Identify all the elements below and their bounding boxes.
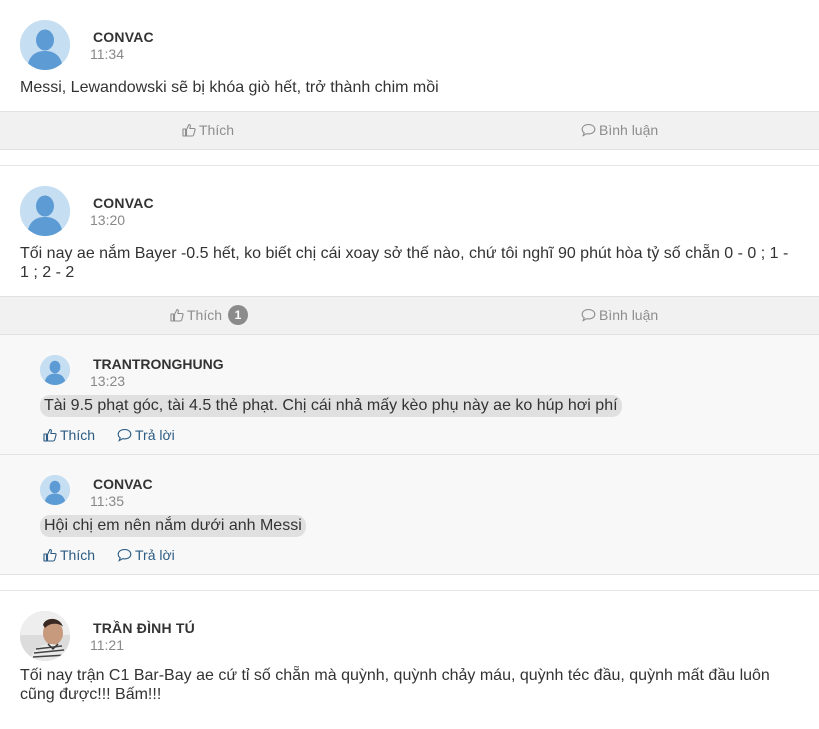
reply-label: Trả lời (135, 427, 175, 443)
post: CONVAC 13:20 Tối nay ae nắm Bayer -0.5 h… (0, 166, 819, 591)
post-header: TRẦN ĐÌNH TÚ 11:21 (0, 591, 819, 663)
post-actions: Thích Bình luận (0, 111, 819, 150)
post-time: 11:21 (90, 637, 124, 653)
user-silhouette-icon (40, 475, 70, 505)
post-divider (0, 575, 819, 591)
thumbs-up-icon (43, 548, 57, 562)
reply-actions: Thích Trả lời (43, 427, 175, 443)
user-silhouette-icon (40, 355, 70, 385)
reply-content: Tài 9.5 phạt góc, tài 4.5 thẻ phạt. Chị … (40, 395, 622, 417)
post-divider (0, 150, 819, 166)
user-silhouette-icon (20, 186, 70, 236)
speech-bubble-icon (117, 428, 132, 442)
post-author[interactable]: CONVAC (93, 29, 154, 45)
thumbs-up-icon (43, 428, 57, 442)
avatar[interactable] (20, 20, 70, 70)
reply-actions: Thích Trả lời (43, 547, 175, 563)
reply-button[interactable]: Trả lời (117, 547, 175, 563)
comment-button[interactable]: Bình luận (581, 307, 658, 323)
like-label: Thích (199, 122, 235, 138)
post-time: 11:34 (90, 46, 124, 62)
reply-like-label: Thích (60, 427, 96, 443)
speech-bubble-icon (117, 548, 132, 562)
thumbs-up-icon (170, 308, 184, 322)
reply-like-button[interactable]: Thích (43, 547, 95, 563)
user-photo-icon (20, 611, 70, 661)
replies-list: TRANTRONGHUNG 13:23 Tài 9.5 phạt góc, tà… (0, 335, 819, 575)
reply-like-label: Thích (60, 547, 96, 563)
like-button[interactable]: Thích (182, 122, 234, 138)
comment-label: Bình luận (599, 122, 659, 138)
post-content: Tối nay ae nắm Bayer -0.5 hết, ko biết c… (20, 245, 789, 281)
avatar[interactable] (40, 355, 70, 385)
avatar[interactable] (20, 611, 70, 661)
reply-button[interactable]: Trả lời (117, 427, 175, 443)
post-actions: Thích 1 Bình luận (0, 296, 819, 335)
avatar[interactable] (40, 475, 70, 505)
like-count-badge: 1 (228, 305, 249, 325)
reply-author[interactable]: CONVAC (93, 476, 153, 492)
like-label: Thích (187, 307, 223, 323)
reply-time: 13:23 (90, 373, 126, 389)
like-button[interactable]: Thích 1 (170, 305, 249, 325)
post-header: CONVAC 13:20 (0, 166, 819, 238)
reply-label: Trả lời (135, 547, 175, 563)
speech-bubble-icon (581, 123, 596, 137)
post-header: CONVAC 11:34 (0, 0, 819, 72)
post-time: 13:20 (90, 212, 126, 228)
post: CONVAC 11:34 Messi, Lewandowski sẽ bị kh… (0, 0, 819, 166)
post-author[interactable]: CONVAC (93, 195, 154, 211)
avatar[interactable] (20, 186, 70, 236)
reply-like-button[interactable]: Thích (43, 427, 95, 443)
reply-item: TRANTRONGHUNG 13:23 Tài 9.5 phạt góc, tà… (0, 335, 819, 455)
post: TRẦN ĐÌNH TÚ 11:21 Tối nay trận C1 Bar-B… (0, 591, 819, 704)
post-content: Messi, Lewandowski sẽ bị khóa giò hết, t… (20, 79, 439, 96)
comment-button[interactable]: Bình luận (581, 122, 658, 138)
post-author[interactable]: TRẦN ĐÌNH TÚ (93, 620, 195, 636)
user-silhouette-icon (20, 20, 70, 70)
comment-label: Bình luận (599, 307, 659, 323)
reply-author[interactable]: TRANTRONGHUNG (93, 356, 224, 372)
reply-content: Hội chị em nên nắm dưới anh Messi (40, 515, 306, 537)
thumbs-up-icon (182, 123, 196, 137)
reply-time: 11:35 (90, 493, 124, 509)
post-content: Tối nay trận C1 Bar-Bay ae cứ tỉ số chẵn… (20, 667, 770, 703)
reply-item: CONVAC 11:35 Hội chị em nên nắm dưới anh… (0, 455, 819, 575)
speech-bubble-icon (581, 308, 596, 322)
